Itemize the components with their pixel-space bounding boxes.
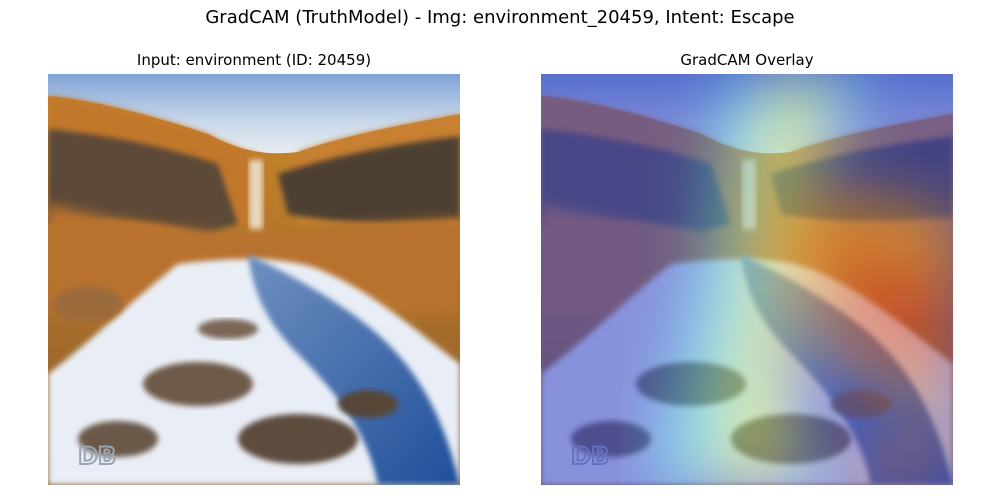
gradcam-overlay: DB	[541, 74, 953, 485]
input-image: DB	[48, 74, 460, 485]
input-image-title: Input: environment (ID: 20459)	[136, 51, 372, 69]
gradcam-overlay-title: GradCAM Overlay	[680, 51, 814, 69]
watermark-text: DB	[78, 442, 116, 470]
gradcam-heatmap	[541, 74, 953, 485]
gradcam-overlay-image: DB	[541, 74, 953, 485]
figure-title: GradCAM (TruthModel) - Img: environment_…	[205, 7, 795, 28]
landscape-photo: DB	[48, 74, 460, 485]
